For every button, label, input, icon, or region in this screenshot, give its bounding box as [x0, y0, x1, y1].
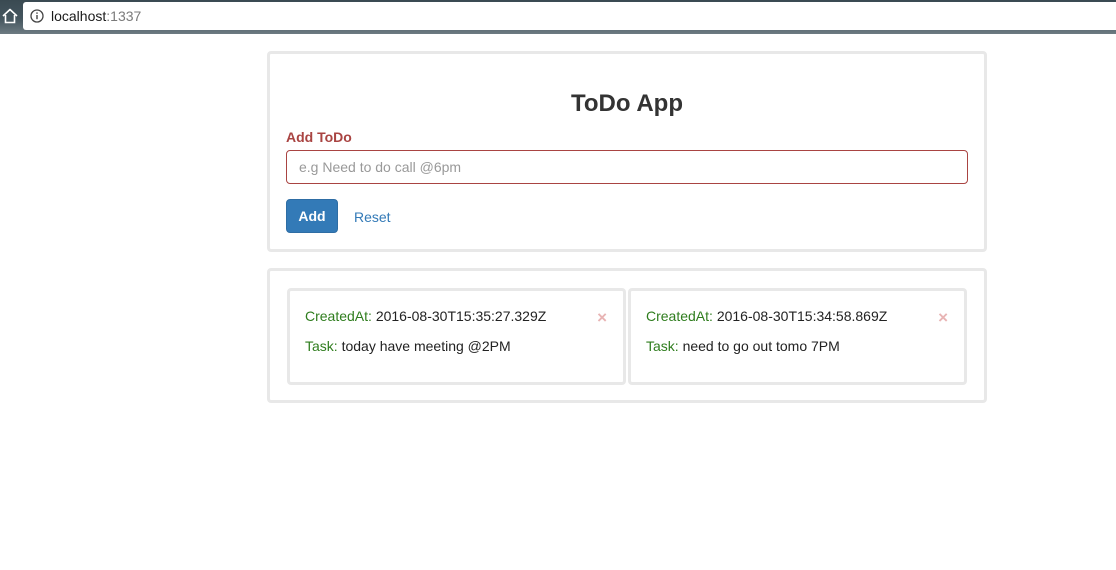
url-host: localhost	[51, 8, 107, 24]
add-button[interactable]: Add	[286, 199, 338, 233]
todo-list-panel: CreatedAt: 2016-08-30T15:35:27.329Z Task…	[267, 268, 987, 403]
task-value: today have meeting @2PM	[337, 338, 511, 354]
add-todo-label: Add ToDo	[286, 129, 352, 145]
task-line: Task: need to go out tomo 7PM	[646, 338, 840, 354]
close-icon[interactable]: ×	[597, 309, 607, 326]
reset-link[interactable]: Reset	[354, 209, 391, 225]
created-at-label: CreatedAt:	[305, 308, 372, 324]
info-icon[interactable]	[30, 9, 44, 23]
todo-card: CreatedAt: 2016-08-30T15:34:58.869Z Task…	[628, 288, 967, 385]
close-icon[interactable]: ×	[938, 309, 948, 326]
created-at-line: CreatedAt: 2016-08-30T15:34:58.869Z	[646, 308, 887, 324]
add-todo-panel: ToDo App Add ToDo Add Reset	[267, 51, 987, 252]
task-label: Task:	[646, 338, 679, 354]
created-at-value: 2016-08-30T15:34:58.869Z	[712, 308, 888, 324]
todo-input[interactable]	[286, 150, 968, 184]
created-at-label: CreatedAt:	[646, 308, 713, 324]
task-line: Task: today have meeting @2PM	[305, 338, 511, 354]
task-label: Task:	[305, 338, 338, 354]
task-value: need to go out tomo 7PM	[678, 338, 840, 354]
url-port: :1337	[106, 8, 142, 24]
address-bar[interactable]: localhost:1337	[23, 2, 1116, 30]
home-icon[interactable]	[0, 5, 20, 27]
created-at-line: CreatedAt: 2016-08-30T15:35:27.329Z	[305, 308, 546, 324]
page-title: ToDo App	[571, 90, 683, 117]
todo-card: CreatedAt: 2016-08-30T15:35:27.329Z Task…	[287, 288, 626, 385]
created-at-value: 2016-08-30T15:35:27.329Z	[371, 308, 547, 324]
browser-toolbar: localhost:1337	[0, 0, 1116, 34]
